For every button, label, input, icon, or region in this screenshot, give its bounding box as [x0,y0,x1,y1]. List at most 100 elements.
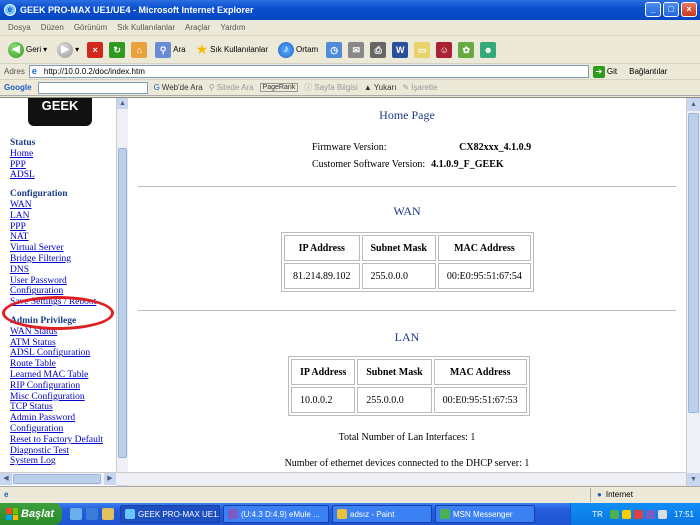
web-search-button[interactable]: G Web'de Ara [154,83,203,92]
table-row: 10.0.0.2 255.0.0.0 00:E0:95:51:67:53 [291,387,527,413]
nav-adsl-status[interactable]: ADSL [10,170,103,181]
zone-label: Internet [605,490,633,499]
nav-virtual-server[interactable]: Virtual Server [10,243,103,254]
star-icon: ★ [195,41,209,57]
quick-launch-icon[interactable] [70,508,82,520]
stop-icon[interactable]: × [87,41,104,58]
menu-edit[interactable]: Düzen [41,23,64,32]
menu-view[interactable]: Görünüm [74,23,107,32]
chevron-down-icon[interactable]: ▾ [43,45,47,54]
nav-atm-status[interactable]: ATM Status [10,338,103,349]
scroll-thumb[interactable] [118,148,127,458]
window-title: GEEK PRO-MAX UE1/UE4 - Microsoft Interne… [20,5,254,15]
edit-word-icon[interactable]: W [392,41,409,58]
task-msn[interactable]: MSN Messenger [435,505,535,523]
google-search-input[interactable] [37,81,148,94]
nav-rip-configuration[interactable]: RIP Configuration [10,381,103,392]
horizontal-scrollbar[interactable]: ◀ ▶ [0,472,686,485]
address-input[interactable]: http://10.0.0.2/doc/index.htm [28,65,589,78]
scroll-thumb[interactable] [13,474,101,484]
nav-learned-mac-table[interactable]: Learned MAC Table [10,370,103,381]
tray-icon[interactable] [657,509,667,519]
quick-launch-icon[interactable] [102,508,114,520]
quick-launch-icon[interactable] [86,508,98,520]
nav-user-password-configuration[interactable]: Configuration [10,286,103,297]
nav-lan[interactable]: LAN [10,211,103,222]
history-icon[interactable]: ◷ [326,41,343,58]
search-button[interactable]: ⚲ Ara [153,39,187,61]
nav-home[interactable]: Home [10,149,103,160]
pagerank-indicator[interactable]: PageRank [259,83,299,92]
task-emule[interactable]: (U:4.3 D:4.9) eMule ... [223,505,329,523]
scroll-thumb[interactable] [688,113,699,413]
tray-icon[interactable] [645,509,655,519]
msn-icon[interactable]: ☻ [480,41,497,58]
tray-icon[interactable] [621,509,631,519]
nav-tcp-status[interactable]: TCP Status [10,402,103,413]
go-button[interactable]: ➔ Git [592,65,617,78]
task-ie[interactable]: GEEK PRO-MAX UE1... [120,505,220,523]
discuss-icon[interactable]: ▭ [414,41,431,58]
scroll-up-icon[interactable]: ▲ [117,98,128,109]
nav-wan-status[interactable]: WAN Status [10,327,103,338]
highlight-button[interactable]: ✎ İşaretle [402,83,437,92]
nav-misc-configuration[interactable]: Misc Configuration [10,392,103,403]
close-button[interactable]: × [681,2,697,17]
left-frame-scrollbar[interactable]: ▲ ▼ [116,98,128,486]
nav-save-settings-reboot[interactable]: Save Settings / Reboot [10,297,103,308]
nav-admin-password[interactable]: Admin Password [10,413,103,424]
nav-user-password[interactable]: User Password [10,276,103,287]
scroll-down-icon[interactable]: ▼ [687,473,700,486]
start-button[interactable]: Başlat [0,503,62,525]
minimize-button[interactable]: _ [645,2,661,17]
nav-adsl-configuration[interactable]: ADSL Configuration [10,348,103,359]
site-search-button[interactable]: ⚲ Sitede Ara [209,83,254,92]
nav-ppp-status[interactable]: PPP [10,160,103,171]
menu-help[interactable]: Yardım [220,23,245,32]
scroll-left-icon[interactable]: ◀ [0,473,12,485]
nav-reset-factory-default[interactable]: Reset to Factory Default [10,435,103,446]
favorites-button[interactable]: ★ Sık Kullanılanlar [194,39,270,61]
column-header: Subnet Mask [361,235,436,261]
google-logo[interactable]: Google [4,83,32,92]
clock: 17:51 [673,509,694,519]
print-icon[interactable]: ⎙ [370,41,387,58]
page-info-button[interactable]: ⓘ Sayfa Bilgisi [304,82,358,93]
menu-file[interactable]: Dosya [8,23,31,32]
nav-header-configuration: Configuration [10,189,68,200]
windows-logo-icon [6,508,18,520]
media-button[interactable]: ♪ Ortam [276,39,320,61]
maximize-button[interactable]: □ [663,2,679,17]
links-label[interactable]: Bağlantılar [629,67,667,76]
back-button[interactable]: ◀ Geri ▾ [6,39,49,61]
menu-favorites[interactable]: Sık Kullanılanlar [117,23,175,32]
task-paint[interactable]: adsız - Paint [332,505,432,523]
tray-icon[interactable] [633,509,643,519]
research-icon[interactable]: ✿ [458,41,475,58]
table-header-row: IP Address Subnet Mask MAC Address [291,359,527,385]
nav-system-log[interactable]: System Log [10,456,103,467]
menu-tools[interactable]: Araçlar [185,23,210,32]
refresh-icon[interactable]: ↻ [109,41,126,58]
nav-bridge-filtering[interactable]: Bridge Filtering [10,254,103,265]
main-frame-scrollbar[interactable]: ▲ ▼ [686,98,700,486]
nav-route-table[interactable]: Route Table [10,359,103,370]
nav-nat[interactable]: NAT [10,232,103,243]
language-indicator[interactable]: TR [592,510,603,519]
home-icon[interactable]: ⌂ [131,41,148,58]
scroll-up-icon[interactable]: ▲ [687,98,700,111]
nav-ppp[interactable]: PPP [10,222,103,233]
messenger-icon[interactable]: ☺ [436,41,453,58]
site-search-icon: ⚲ [208,83,215,92]
ie-icon: e [4,4,16,16]
nav-diagnostic-test[interactable]: Diagnostic Test [10,446,103,457]
tray-icon[interactable] [609,509,619,519]
up-button[interactable]: ▲ Yukarı [364,83,397,92]
nav-wan[interactable]: WAN [10,200,103,211]
scroll-right-icon[interactable]: ▶ [104,473,116,485]
nav-dns[interactable]: DNS [10,265,103,276]
mail-icon[interactable]: ✉ [348,41,365,58]
nav-admin-password-configuration[interactable]: Configuration [10,424,103,435]
forward-button[interactable]: ▶ ▾ [55,39,81,61]
chevron-down-icon[interactable]: ▾ [75,45,79,54]
